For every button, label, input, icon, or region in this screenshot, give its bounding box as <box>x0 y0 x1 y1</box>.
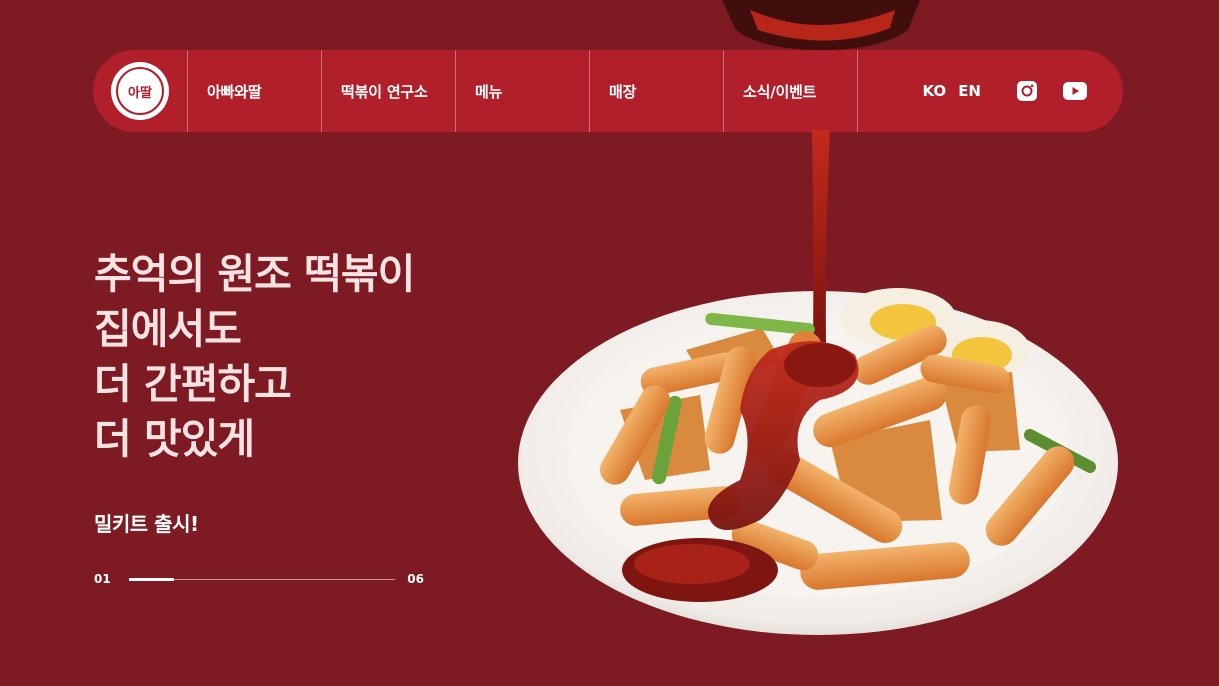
logo-badge: 아딸 <box>111 62 169 120</box>
slide-pager[interactable]: 01 06 <box>94 571 424 587</box>
slide-current: 01 <box>94 572 111 586</box>
slide-progress-track[interactable] <box>128 577 396 581</box>
nav-item-lab[interactable]: 떡볶이 연구소 <box>322 50 456 132</box>
hero-headline: 추억의 원조 떡볶이 집에서도 더 간편하고 더 맛있게 <box>94 247 415 467</box>
hero-line: 더 간편하고 <box>94 360 292 408</box>
slide-progress-fill <box>128 577 175 581</box>
slide-total: 06 <box>407 572 424 586</box>
nav-item-about[interactable]: 아빠와딸 <box>188 50 322 132</box>
hero-line: 집에서도 <box>94 305 242 353</box>
tteokbokki-hero-image <box>500 0 1140 682</box>
hero-subtitle: 밀키트 출시! <box>94 512 199 536</box>
logo-text: 아딸 <box>116 67 164 115</box>
brand-logo[interactable]: 아딸 <box>93 50 188 132</box>
hero-line: 더 맛있게 <box>94 415 255 463</box>
hero-line: 추억의 원조 떡볶이 <box>94 250 415 298</box>
